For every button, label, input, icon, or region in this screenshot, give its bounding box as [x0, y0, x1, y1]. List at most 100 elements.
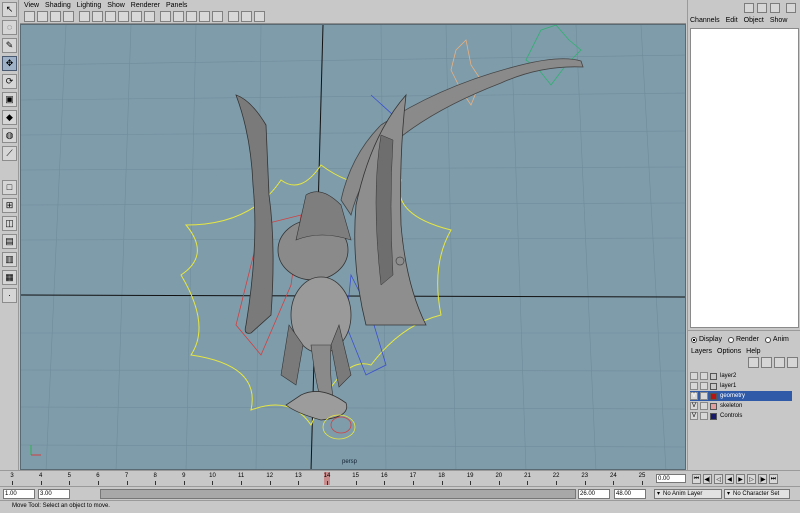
layer-color-swatch[interactable]	[710, 402, 717, 410]
layer-color-swatch[interactable]	[710, 382, 717, 390]
layout-graph-icon[interactable]: ▥	[2, 252, 17, 267]
menu-show-channels[interactable]: Show	[770, 17, 788, 24]
menu-view[interactable]: View	[24, 2, 39, 9]
tail-control-curve-2[interactable]	[525, 25, 582, 86]
play-backwards-icon[interactable]: ◀	[725, 474, 734, 484]
grid-toggle-icon[interactable]	[79, 11, 90, 22]
shadows-icon[interactable]	[228, 11, 239, 22]
show-channel-box-icon[interactable]	[770, 3, 780, 13]
layout-menu-icon[interactable]: ·	[2, 288, 17, 303]
layer-row[interactable]: V geometry	[690, 391, 792, 401]
menu-renderer[interactable]: Renderer	[131, 2, 160, 9]
character-set-dropdown[interactable]: No Character Set	[724, 489, 790, 499]
menu-help[interactable]: Help	[746, 348, 760, 355]
layout-two-icon[interactable]: ◫	[2, 216, 17, 231]
playback-start-field[interactable]: 3.00	[38, 489, 70, 499]
bookmarks-icon[interactable]	[50, 11, 61, 22]
menu-panels[interactable]: Panels	[166, 2, 187, 9]
soft-mod-icon[interactable]: ◍	[2, 128, 17, 143]
radio-render[interactable]: Render	[727, 336, 759, 343]
move-layer-up-icon[interactable]	[748, 357, 759, 368]
layer-visibility-toggle[interactable]: V	[690, 392, 698, 400]
time-slider[interactable]: 3 4 5 6 7 8 9 10 11 12 13 14 15 16 17 18 19 20 21 22 23 24 25	[0, 470, 656, 486]
rotate-tool-icon[interactable]: ⟳	[2, 74, 17, 89]
layer-color-swatch[interactable]	[710, 392, 717, 400]
step-back-key-icon[interactable]: ◀|	[703, 474, 712, 484]
layer-type-toggle[interactable]	[700, 392, 708, 400]
menu-channels[interactable]: Channels	[690, 17, 720, 24]
gate-mask-icon[interactable]	[118, 11, 129, 22]
radio-display[interactable]: Display	[691, 336, 722, 343]
dragon-head[interactable]	[285, 391, 348, 421]
layer-type-toggle[interactable]	[700, 372, 708, 380]
time-slider-track[interactable]: 3 4 5 6 7 8 9 10 11 12 13 14 15 16 17 18 19 20 21 22 23 24 25	[2, 472, 652, 485]
layer-visibility-toggle[interactable]	[690, 382, 698, 390]
menu-show[interactable]: Show	[107, 2, 125, 9]
layout-outliner-icon[interactable]: ▤	[2, 234, 17, 249]
show-attribute-editor-icon[interactable]	[744, 3, 754, 13]
layout-single-icon[interactable]: □	[2, 180, 17, 195]
textured-icon[interactable]	[199, 11, 210, 22]
layer-color-swatch[interactable]	[710, 412, 717, 420]
animation-end-field[interactable]: 48.00	[614, 489, 646, 499]
menu-lighting[interactable]: Lighting	[77, 2, 102, 9]
layer-row[interactable]: layer1	[690, 381, 792, 391]
channel-box-panel[interactable]	[690, 28, 799, 328]
new-layer-selected-icon[interactable]	[787, 357, 798, 368]
manipulator-icon[interactable]: ◆	[2, 110, 17, 125]
layer-row[interactable]: V Controls	[690, 411, 792, 421]
move-layer-down-icon[interactable]	[761, 357, 772, 368]
camera-attributes-icon[interactable]	[37, 11, 48, 22]
resolution-gate-icon[interactable]	[105, 11, 116, 22]
wireframe-icon[interactable]	[160, 11, 171, 22]
layer-type-toggle[interactable]	[700, 382, 708, 390]
current-frame-field[interactable]: 0.00	[656, 474, 686, 483]
menu-object[interactable]: Object	[744, 17, 764, 24]
select-arrow-icon[interactable]: ↖	[2, 2, 17, 17]
perspective-viewport[interactable]: persp	[20, 24, 686, 470]
jaw-control-curve[interactable]	[330, 416, 352, 434]
layer-color-swatch[interactable]	[710, 372, 717, 380]
animation-start-field[interactable]: 1.00	[3, 489, 35, 499]
move-tool-icon[interactable]: ✥	[2, 56, 17, 71]
select-camera-icon[interactable]	[24, 11, 35, 22]
smooth-shade-icon[interactable]	[173, 11, 184, 22]
layer-row[interactable]: layer2	[690, 371, 792, 381]
range-bar[interactable]	[100, 489, 576, 499]
layout-hypershade-icon[interactable]: ▦	[2, 270, 17, 285]
menu-edit[interactable]: Edit	[726, 17, 738, 24]
menu-layers[interactable]: Layers	[691, 348, 712, 355]
layer-visibility-toggle[interactable]: V	[690, 402, 698, 410]
step-back-frame-icon[interactable]: ◁	[714, 474, 723, 484]
show-manip-icon[interactable]: ⟋	[2, 146, 17, 161]
radio-anim[interactable]: Anim	[764, 336, 789, 343]
play-forwards-icon[interactable]: ▶	[736, 474, 745, 484]
layer-row[interactable]: V skeleton	[690, 401, 792, 411]
lights-icon[interactable]	[212, 11, 223, 22]
xray-icon[interactable]	[241, 11, 252, 22]
menu-shading[interactable]: Shading	[45, 2, 71, 9]
menu-options[interactable]: Options	[717, 348, 741, 355]
head-control-curve[interactable]	[322, 414, 356, 440]
layer-visibility-toggle[interactable]	[690, 372, 698, 380]
isolate-select-icon[interactable]	[254, 11, 265, 22]
paint-select-icon[interactable]: ✎	[2, 38, 17, 53]
go-to-end-icon[interactable]: ⏭	[769, 474, 778, 484]
channel-box-layout-icon[interactable]	[786, 3, 796, 13]
image-plane-icon[interactable]	[63, 11, 74, 22]
field-chart-icon[interactable]	[131, 11, 142, 22]
new-empty-layer-icon[interactable]	[774, 357, 785, 368]
go-to-start-icon[interactable]: ⏮	[692, 474, 701, 484]
wireframe-on-shaded-icon[interactable]	[186, 11, 197, 22]
layer-visibility-toggle[interactable]: V	[690, 412, 698, 420]
layer-type-toggle[interactable]	[700, 412, 708, 420]
safe-action-icon[interactable]	[144, 11, 155, 22]
lasso-icon[interactable]: ◌	[2, 20, 17, 35]
layer-type-toggle[interactable]	[700, 402, 708, 410]
show-tool-settings-icon[interactable]	[757, 3, 767, 13]
anim-layer-dropdown[interactable]: No Anim Layer	[654, 489, 722, 499]
film-gate-icon[interactable]	[92, 11, 103, 22]
scale-tool-icon[interactable]: ▣	[2, 92, 17, 107]
step-forward-frame-icon[interactable]: ▷	[747, 474, 756, 484]
playback-end-field[interactable]: 26.00	[578, 489, 610, 499]
